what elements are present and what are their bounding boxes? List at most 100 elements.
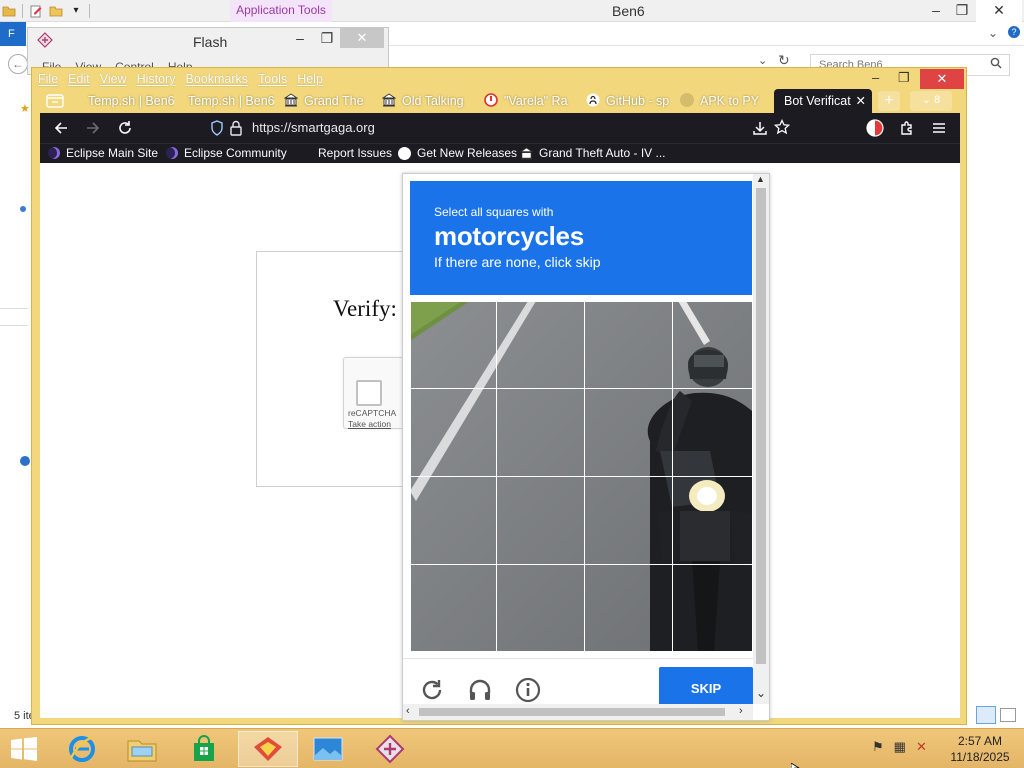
tab-old-talking[interactable]: Old Talking [382,89,472,113]
large-icons-view-icon[interactable] [1000,708,1016,722]
grid-cell-10[interactable] [496,476,585,565]
tab-temp-sh-2[interactable]: Temp.sh | Ben6 [178,89,274,113]
tab-overview-button[interactable] [46,89,74,113]
app-menu-button[interactable] [928,118,950,138]
clock-date[interactable]: 11/18/2025 [950,750,1010,764]
clock-time[interactable]: 2:57 AM [950,734,1010,748]
menu-tools[interactable]: Tools [258,72,287,86]
tab-bot-verification[interactable]: Bot Verificat ✕ [774,89,872,113]
scroll-thumb[interactable] [419,708,725,716]
extensions-button[interactable] [896,118,918,138]
back-arrow-icon[interactable]: ← [8,54,28,74]
grid-cell-14[interactable] [496,564,585,651]
search-icon[interactable] [990,57,1002,72]
forward-button[interactable] [82,118,104,138]
bookmark-eclipse-community[interactable]: Eclipse Community [166,146,287,160]
start-button[interactable] [10,737,38,764]
grid-cell-2[interactable] [496,301,585,389]
grid-cell-1[interactable] [410,301,497,389]
list-all-tabs-button[interactable]: ⌄ 8 [910,91,952,111]
grid-cell-15[interactable] [584,564,673,651]
lock-icon[interactable] [230,120,242,144]
grid-cell-5[interactable] [410,388,497,477]
grid-cell-12[interactable] [672,476,752,565]
grid-cell-3[interactable] [584,301,673,389]
chevron-down-icon[interactable]: ⌄ [758,54,767,67]
menu-file[interactable]: File [38,72,58,86]
firefox-account-button[interactable] [864,118,886,138]
reload-button[interactable] [114,118,136,138]
flash-icon[interactable] [360,731,420,767]
tab-close-icon[interactable]: ✕ [856,89,866,113]
flag-icon[interactable]: ⚑ [872,739,884,755]
application-tools-tab[interactable]: Application Tools [230,0,332,22]
star-icon[interactable] [773,118,791,143]
menu-help[interactable]: Help [297,72,323,86]
shield-icon[interactable] [210,120,224,144]
explorer-minimize-button[interactable]: – [922,0,950,22]
recaptcha-checkbox[interactable] [356,380,382,406]
bookmark-get-new-releases[interactable]: Get New Releases [398,146,517,160]
url-bar[interactable]: https://smartgaga.org [206,116,796,140]
grid-cell-13[interactable] [410,564,497,651]
grid-cell-11[interactable] [584,476,673,565]
reload-icon[interactable] [419,677,447,705]
scroll-left-icon[interactable]: ‹ [406,705,410,717]
network-icon[interactable] [20,456,30,466]
tab-varela[interactable]: "Varela" Ra [484,89,576,113]
flash-close-button[interactable]: ✕ [340,28,384,48]
firefox-minimize-button[interactable]: – [872,70,879,85]
explorer-close-button[interactable]: ✕ [976,0,1022,22]
photos-icon[interactable] [298,731,358,767]
skip-button[interactable]: SKIP [659,667,753,709]
menu-view[interactable]: View [100,72,127,86]
scroll-down-icon[interactable]: ⌄ [756,686,766,700]
tab-grand-the[interactable]: Grand The [284,89,374,113]
menu-bookmarks[interactable]: Bookmarks [185,72,248,86]
audio-icon[interactable] [467,677,495,705]
grid-cell-16[interactable] [672,564,752,651]
vertical-scrollbar[interactable]: ▲ ⌄ [753,174,769,704]
file-explorer-icon[interactable] [112,731,172,767]
chevron-down-icon[interactable]: ▾ [69,4,83,18]
pane-item[interactable] [0,308,28,326]
chevron-down-icon[interactable]: ⌄ [988,26,998,40]
firefox-close-button[interactable]: ✕ [920,69,964,89]
grid-cell-7[interactable] [584,388,673,477]
back-button[interactable] [50,118,72,138]
app-red-icon[interactable] [238,731,298,767]
horizontal-scrollbar[interactable]: ‹ › [403,704,753,720]
tab-temp-sh-1[interactable]: Temp.sh | Ben6 [78,89,174,113]
details-view-icon[interactable] [976,706,996,724]
ie-icon[interactable] [52,731,112,767]
menu-edit[interactable]: Edit [68,72,90,86]
scroll-right-icon[interactable]: › [739,705,743,717]
recaptcha-take-action-link[interactable]: Take action [348,419,391,429]
grid-cell-8[interactable] [672,388,752,477]
grid-cell-4[interactable] [672,301,752,389]
new-tab-button[interactable]: + [878,91,900,111]
network-icon[interactable]: ▦ [894,739,906,755]
pane-item-icon[interactable] [20,206,26,212]
scroll-thumb[interactable] [756,188,766,664]
scroll-up-icon[interactable]: ▲ [756,174,765,184]
file-tab[interactable]: F [0,22,26,46]
folder-icon[interactable] [2,4,16,18]
help-icon[interactable]: ? [1008,26,1020,38]
properties-icon[interactable] [29,4,43,18]
menu-history[interactable]: History [137,72,176,86]
bookmark-gta-iv[interactable]: Grand Theft Auto - IV ... [519,146,666,160]
download-icon[interactable] [752,120,768,144]
volume-muted-icon[interactable]: ✕ [916,739,927,755]
store-icon[interactable] [174,731,234,767]
firefox-maximize-button[interactable]: ❐ [898,70,910,86]
tab-github[interactable]: GitHub - sp [586,89,670,113]
grid-cell-9[interactable] [410,476,497,565]
grid-cell-6[interactable] [496,388,585,477]
new-folder-icon[interactable] [49,4,63,18]
info-icon[interactable] [515,677,543,705]
flash-minimize-button[interactable]: – [286,28,314,50]
flash-maximize-button[interactable]: ❐ [313,28,341,50]
explorer-maximize-button[interactable]: ❐ [948,0,976,22]
bookmark-report-issues[interactable]: Report Issues [318,146,392,160]
